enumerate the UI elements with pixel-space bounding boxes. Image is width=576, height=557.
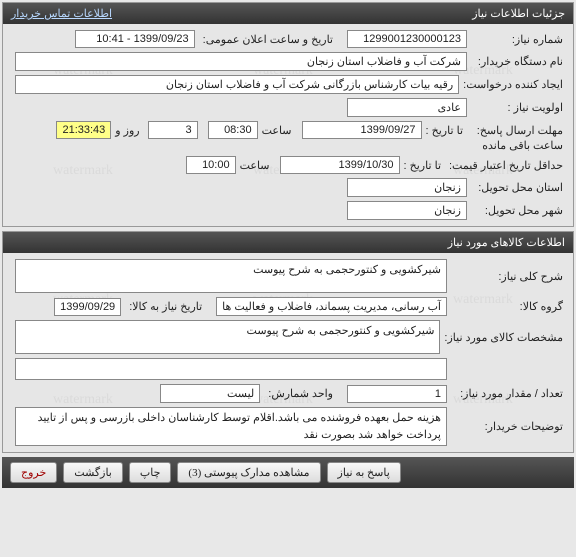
creator-label: ایجاد کننده درخواست: xyxy=(459,76,567,93)
time-label-2: ساعت xyxy=(240,159,270,172)
spec-label: مشخصات کالای مورد نیاز: xyxy=(440,329,567,346)
creator-value: رقیه بیات کارشناس بازرگانی شرکت آب و فاض… xyxy=(15,75,459,94)
min-valid-label: حداقل تاریخ اعتبار قیمت: xyxy=(445,157,567,174)
spec-label-empty xyxy=(447,367,567,371)
spec-value: شیرکشویی و کنتورحجمی به شرح پیوست xyxy=(15,320,440,354)
deadline-date: 1399/09/27 xyxy=(302,121,422,139)
deadline-label: مهلت ارسال پاسخ: xyxy=(467,122,567,139)
min-valid-date: 1399/10/30 xyxy=(280,156,400,174)
need-details-panel: جزئیات اطلاعات نیاز اطلاعات تماس خریدار … xyxy=(2,2,574,227)
spec-empty-box xyxy=(15,358,447,380)
notes-label: توضیحات خریدار: xyxy=(447,418,567,435)
view-attachments-button[interactable]: مشاهده مدارک پیوستی (3) xyxy=(177,462,320,483)
group-label: گروه کالا: xyxy=(447,298,567,315)
time-remaining: 21:33:43 xyxy=(56,121,111,139)
date-to-value: 1399/09/29 xyxy=(54,298,121,316)
panel2-header: اطلاعات کالاهای مورد نیاز xyxy=(3,232,573,253)
panel1-title: جزئیات اطلاعات نیاز xyxy=(472,7,565,20)
panel2-title: اطلاعات کالاهای مورد نیاز xyxy=(448,236,565,249)
time-label-1: ساعت xyxy=(262,124,292,137)
days-remaining: 3 xyxy=(148,121,198,139)
group-value: آب رسانی، مدیریت پسماند، فاضلاب و فعالیت… xyxy=(216,297,447,316)
until-label-2: تا تاریخ : xyxy=(404,159,441,172)
until-label: تا تاریخ : xyxy=(426,124,463,137)
city-label: شهر محل تحویل: xyxy=(467,202,567,219)
print-button[interactable]: چاپ xyxy=(129,462,172,483)
province-label: استان محل تحویل: xyxy=(467,179,567,196)
priority-label: اولویت نیاز : xyxy=(467,99,567,116)
province-value: زنجان xyxy=(347,178,467,197)
deadline-time: 08:30 xyxy=(208,121,258,139)
goods-info-panel: اطلاعات کالاهای مورد نیاز شرح کلی نیاز: … xyxy=(2,231,574,453)
exit-button[interactable]: خروج xyxy=(10,462,57,483)
remain-label: ساعت باقی مانده xyxy=(482,139,563,152)
unit-label: واحد شمارش: xyxy=(264,385,337,402)
unit-value: لیست xyxy=(160,384,260,403)
back-button[interactable]: بازگشت xyxy=(63,462,123,483)
qty-value: 1 xyxy=(347,385,447,403)
need-no-label: شماره نیاز: xyxy=(467,31,567,48)
desc-value: شیرکشویی و کنتورحجمی به شرح پیوست xyxy=(15,259,447,293)
announce-value: 1399/09/23 - 10:41 xyxy=(75,30,195,48)
days-label: روز و xyxy=(115,124,139,137)
reply-button[interactable]: پاسخ به نیاز xyxy=(327,462,401,483)
panel1-body: شماره نیاز: 1299001230000123 تاریخ و ساع… xyxy=(3,24,573,226)
contact-link[interactable]: اطلاعات تماس خریدار xyxy=(11,7,112,20)
date-to-label: تاریخ نیاز به کالا: xyxy=(125,298,206,315)
announce-label: تاریخ و ساعت اعلان عمومی: xyxy=(199,31,337,48)
buyer-label: نام دستگاه خریدار: xyxy=(467,53,567,70)
priority-value: عادی xyxy=(347,98,467,117)
desc-label: شرح کلی نیاز: xyxy=(447,268,567,285)
need-no-value: 1299001230000123 xyxy=(347,30,467,48)
min-valid-time: 10:00 xyxy=(186,156,236,174)
buyer-value: شرکت آب و فاضلاب استان زنجان xyxy=(15,52,467,71)
qty-label: تعداد / مقدار مورد نیاز: xyxy=(447,385,567,402)
panel2-body: شرح کلی نیاز: شیرکشویی و کنتورحجمی به شر… xyxy=(3,253,573,452)
footer-toolbar: پاسخ به نیاز مشاهده مدارک پیوستی (3) چاپ… xyxy=(2,457,574,488)
city-value: زنجان xyxy=(347,201,467,220)
notes-value: هزینه حمل بعهده فروشنده می باشد.اقلام تو… xyxy=(15,407,447,446)
panel1-header: جزئیات اطلاعات نیاز اطلاعات تماس خریدار xyxy=(3,3,573,24)
